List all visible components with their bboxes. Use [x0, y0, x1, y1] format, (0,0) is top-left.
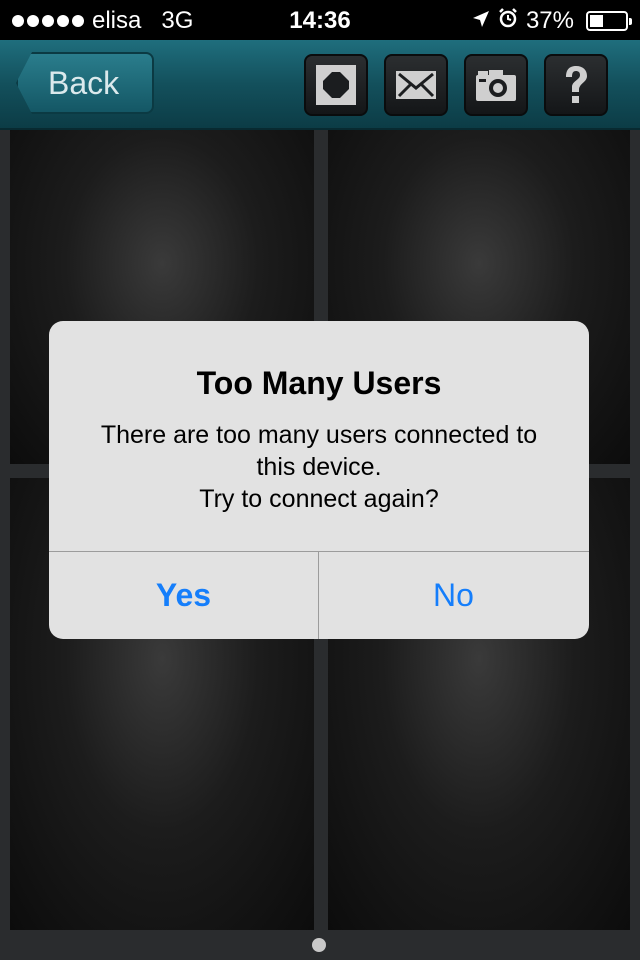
help-button[interactable]: [544, 54, 608, 116]
status-right: 37%: [472, 7, 632, 35]
mail-button[interactable]: [384, 54, 448, 116]
battery-icon: [586, 11, 632, 31]
page-indicator-dot: [312, 938, 326, 952]
fullscreen-button[interactable]: [304, 54, 368, 116]
help-icon: [556, 63, 596, 107]
snapshot-button[interactable]: [464, 54, 528, 116]
battery-percent: 37%: [525, 7, 574, 34]
alert-message-line: this device.: [256, 453, 382, 481]
yes-button[interactable]: Yes: [49, 552, 318, 639]
alert-message-line: Try to connect again?: [199, 485, 439, 513]
no-button[interactable]: No: [319, 552, 588, 639]
alarm-clock-icon: [498, 7, 518, 35]
alert-title: Too Many Users: [196, 365, 442, 401]
battery-level: [590, 15, 603, 27]
status-bar: elisa 3G 14:36 37%: [0, 0, 640, 40]
alert-message-line: There are too many users connected to: [100, 421, 538, 449]
location-arrow-icon: [472, 7, 490, 35]
alert-message: There are too many users connected to th…: [69, 419, 569, 515]
camera-icon: [474, 65, 518, 105]
fullscreen-icon: [314, 63, 358, 107]
mail-icon: [394, 65, 438, 105]
alert-dialog: Too Many Users There are too many users …: [49, 321, 589, 639]
navigation-bar: Back: [0, 40, 640, 130]
back-button-label: Back: [48, 64, 120, 101]
back-button[interactable]: Back: [16, 52, 154, 114]
